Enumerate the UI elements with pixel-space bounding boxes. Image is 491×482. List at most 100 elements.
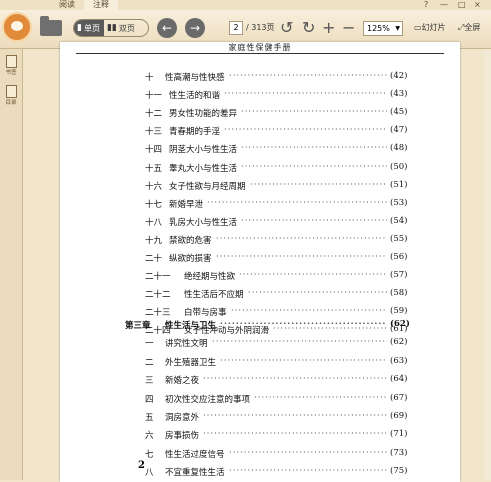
sidebar-item-toc[interactable]: 目录 [2,85,20,106]
running-header: 家庭性保健手册 [228,43,292,52]
toc-number: 第三章 [125,321,151,331]
open-folder-icon[interactable] [40,16,62,36]
rotate-right-icon[interactable]: ↻ [302,18,315,38]
toc-title: 性生活与卫生 [165,321,217,331]
toc-row: 十三 青春期的手淫 ································… [145,125,450,139]
toc-row: 二十 纵欲的损害 ·································… [145,252,450,266]
zoom-out-icon[interactable]: − [342,18,355,38]
toc-leader: ········································… [229,71,387,81]
toc-number: 十六 [145,181,163,192]
view-mode-toggle: ▮ 单页 ▮▮ 双页 [73,19,149,37]
toc-leader: ········································… [216,233,387,244]
toc-title: 乳房大小与性生活 [169,217,238,228]
tab-annotate[interactable]: 注释 [84,0,118,10]
toc-row: 六房事损伤 ···································… [145,429,450,443]
toc-leader: ········································… [229,466,387,477]
toc-page: (55) [390,233,408,244]
toc-page: (73) [390,447,408,458]
toc-title: 性生活的和谐 [169,91,221,102]
toc-page: (63) [390,355,408,366]
fullscreen-button[interactable]: ⤢全屏 [458,22,480,33]
maximize-button[interactable]: □ [458,0,466,10]
toc-row: 五 洞房意外 ···································… [145,411,450,425]
toc-title: 讲究性文明 [165,339,208,350]
toc-number: 七 [145,449,154,460]
toc-title: 青春期的手淫 [169,127,221,138]
minimize-button[interactable]: — [440,0,448,10]
page-number-input[interactable]: 2 [229,21,243,35]
toc-row: 十六 女子性欲与月经周期 ·····························… [145,180,450,194]
sidebar-item-bookmarks[interactable]: 书签 [2,55,20,76]
toc-title: 白带与房事 [184,308,227,319]
toc-title: 新婚之夜 [165,376,200,387]
toc-number: 十二 [145,109,163,120]
toc-title: 性生活过度信号 [165,449,225,460]
toc-page: (71) [390,429,408,440]
toc-title: 阴茎大小与性生活 [169,145,238,156]
slideshow-icon: ▭ [414,23,422,32]
toc-page: (58) [390,288,408,299]
toc-number: 十八 [145,217,163,228]
toc-page: (67) [390,392,408,403]
zoom-in-icon[interactable]: + [322,18,335,38]
toc-row: 十 性高潮与性快感 ································… [145,71,450,85]
toc-title: 绝经期与性欲 [184,272,236,283]
toc-leader: ········································… [203,411,387,421]
help-button[interactable]: ? [424,0,428,10]
scrollbar[interactable] [484,49,491,480]
toc-row: 十九 禁欲的危害 ·································… [145,234,450,248]
toc-leader: ········································… [224,125,387,136]
tab-read[interactable]: 阅读 [50,0,84,10]
toc-leader: ········································… [203,374,387,385]
double-page-icon: ▮▮ [106,23,117,33]
single-page-button[interactable]: ▮ 单页 [74,20,104,36]
toc-leader: ········································… [229,447,387,458]
toc-number: 十 [145,73,154,83]
sidebar: 书签 目录 [0,49,23,480]
toc-row: 十五 睾丸大小与性生活 ······························… [145,162,450,176]
toc-leader: ········································… [241,107,387,118]
toc-number: 二十 [145,254,163,264]
toc-title: 性高潮与性快感 [165,73,225,83]
toc-page: (59) [390,306,408,317]
toc-number: 三 [145,376,154,387]
toc-page: (54) [390,215,408,226]
toc-page: (45) [390,107,408,118]
app-logo [2,12,32,42]
toc-page: (48) [390,143,408,154]
toc-title: 新婚早泄 [169,199,204,210]
toc-title: 外生殖器卫生 [165,357,217,368]
bookmark-icon [5,55,17,68]
toc-page: (42) [390,71,408,81]
toc-leader: ········································… [250,179,387,190]
close-button[interactable]: × [474,0,481,10]
toc-page: (53) [390,197,408,208]
rotate-left-icon[interactable]: ↺ [280,18,293,38]
zoom-select[interactable]: 125% ▼ [363,21,403,36]
toc-row: 七性生活过度信号 ································… [145,448,450,462]
toc-page: (62) [390,319,410,329]
toc-row: 二十二 性生活后不应期 ······························… [145,288,450,302]
toc-number: 二十一 [145,272,171,283]
next-page-icon[interactable]: → [185,18,205,38]
toc-title: 女子性欲与月经周期 [169,181,246,192]
toc-number: 十四 [145,145,163,156]
toc-leader: ········································… [239,270,387,281]
toc-page: (47) [390,125,408,136]
toc-number: 五 [145,413,154,423]
toc-row: 十四 阴茎大小与性生活 ······························… [145,143,450,157]
toc-row: 十一 性生活的和谐 ································… [145,89,450,103]
prev-page-icon[interactable]: ← [157,18,177,38]
toc-number: 二十三 [145,308,171,319]
double-page-button[interactable]: ▮▮ 双页 [104,20,139,36]
toc-page: (43) [390,89,408,100]
single-page-icon: ▮ [77,23,82,33]
header-rule [76,53,444,54]
toc-page: (75) [390,466,408,477]
toc-row: 十七 新婚早泄 ··································… [145,198,450,212]
toc-row: 二十一 绝经期与性欲 ·······························… [145,270,450,284]
slideshow-button[interactable]: ▭幻灯片 [414,22,446,33]
toc-title: 禁欲的危害 [169,235,212,246]
document-page: 家庭性保健手册 十 性高潮与性快感 ························… [60,42,460,482]
toc-leader: ········································… [241,143,387,154]
